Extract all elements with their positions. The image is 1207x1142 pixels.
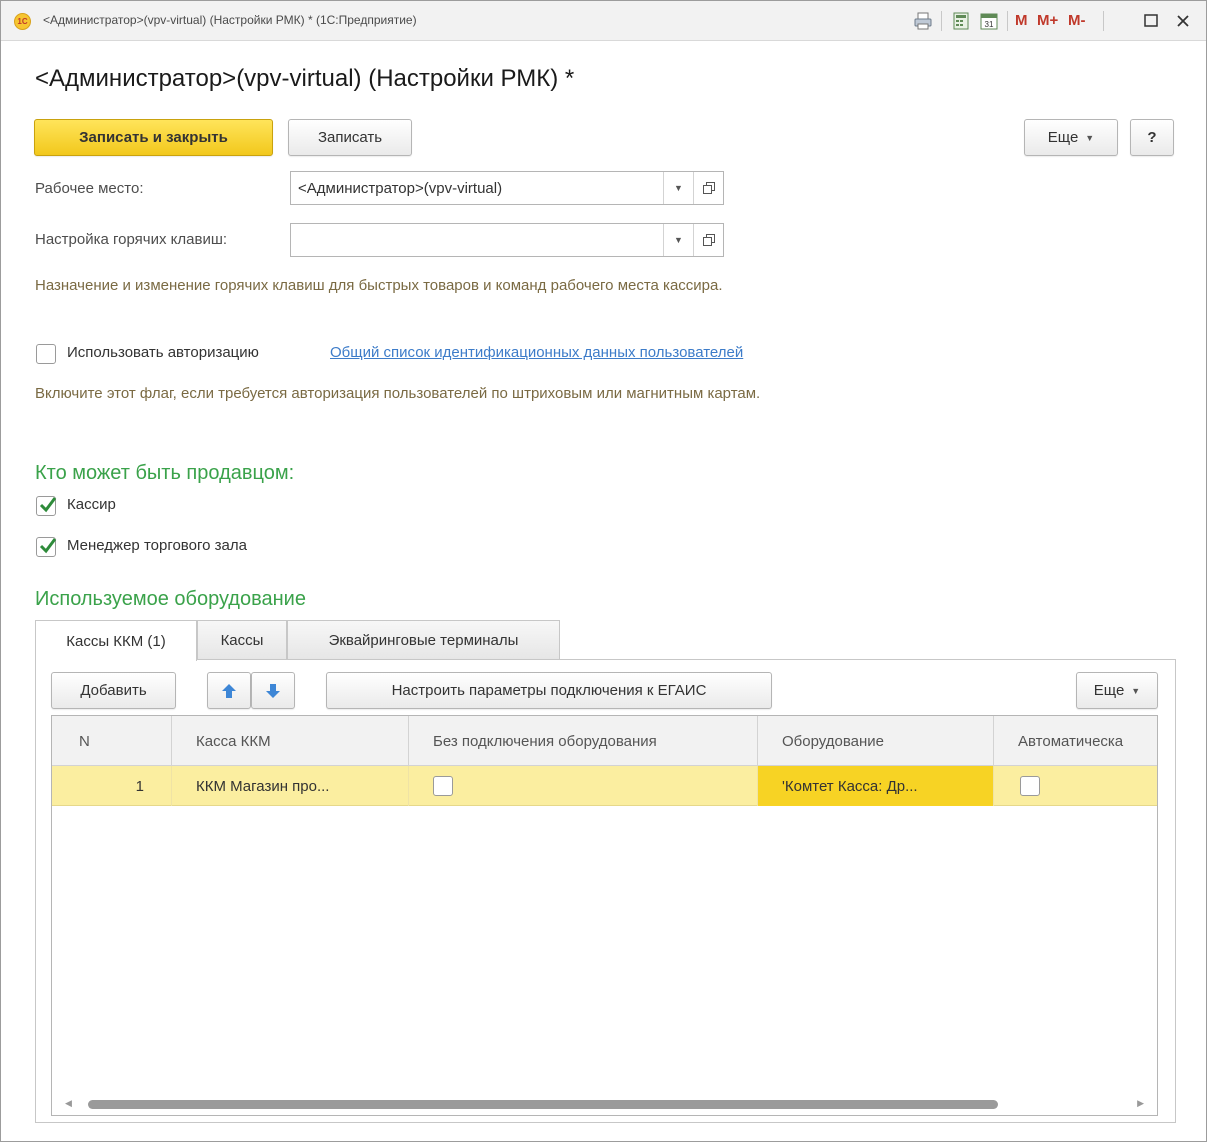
arrow-up-icon — [222, 683, 236, 698]
auto-checkbox[interactable] — [1020, 776, 1040, 796]
memory-m-minus-button[interactable]: M- — [1068, 12, 1086, 29]
close-icon[interactable] — [1173, 11, 1193, 31]
floor-manager-label: Менеджер торгового зала — [67, 537, 247, 554]
cashier-checkbox[interactable] — [36, 496, 57, 516]
tab-kkm-registers[interactable]: Кассы ККМ (1) — [35, 620, 197, 661]
use-authorization-label: Использовать авторизацию — [67, 344, 259, 361]
move-up-button[interactable] — [207, 672, 251, 709]
cell-n: 1 — [52, 766, 172, 806]
print-icon[interactable] — [913, 11, 933, 31]
column-header-kkm[interactable]: Касса ККМ — [172, 716, 409, 766]
memory-m-button[interactable]: M — [1015, 12, 1028, 29]
save-and-close-button[interactable]: Записать и закрыть — [34, 119, 273, 156]
tab-label: Кассы — [220, 632, 264, 649]
chevron-down-icon: ▼ — [1085, 132, 1095, 143]
table-more-button[interactable]: Еще ▼ — [1076, 672, 1158, 709]
more-label: Еще — [1047, 129, 1079, 146]
save-button[interactable]: Записать — [288, 119, 412, 156]
cell-auto[interactable] — [994, 766, 1157, 806]
maximize-icon[interactable] — [1141, 11, 1161, 31]
scroll-left-icon[interactable]: ◀ — [65, 1098, 72, 1109]
memory-m-plus-button[interactable]: M+ — [1037, 12, 1058, 29]
equipment-section-title: Используемое оборудование — [35, 588, 306, 610]
cell-kkm[interactable]: ККМ Магазин про... — [172, 766, 409, 806]
use-authorization-checkbox[interactable] — [36, 344, 56, 364]
tab-label: Эквайринговые терминалы — [328, 632, 519, 649]
app-logo-icon: 1С — [14, 13, 31, 30]
page-title: <Администратор>(vpv-virtual) (Настройки … — [35, 65, 575, 92]
cell-no-equipment[interactable] — [409, 766, 758, 806]
open-form-icon[interactable] — [693, 172, 723, 204]
title-bar: 1С <Администратор>(vpv-virtual) (Настрой… — [1, 1, 1206, 41]
egais-settings-label: Настроить параметры подключения к ЕГАИС — [391, 682, 707, 699]
more-actions-button[interactable]: Еще ▼ — [1024, 119, 1118, 156]
open-form-icon[interactable] — [693, 224, 723, 256]
column-header-no-equipment[interactable]: Без подключения оборудования — [409, 716, 758, 766]
workplace-field[interactable]: <Администратор>(vpv-virtual) ▼ — [290, 171, 724, 205]
help-button[interactable]: ? — [1130, 119, 1174, 156]
scroll-right-icon[interactable]: ▶ — [1137, 1098, 1144, 1109]
sellers-section-title: Кто может быть продавцом: — [35, 462, 295, 484]
table-row[interactable]: 1 ККМ Магазин про... 'Комтет Касса: Др..… — [52, 766, 1157, 806]
floor-manager-checkbox[interactable] — [36, 537, 57, 557]
toolbar-separator — [941, 11, 942, 31]
chevron-down-icon[interactable]: ▼ — [663, 224, 693, 256]
scrollbar-thumb[interactable] — [88, 1100, 998, 1109]
toolbar-separator — [1103, 11, 1104, 31]
kkm-table[interactable]: N Касса ККМ Без подключения оборудования… — [51, 715, 1158, 1116]
column-header-equipment[interactable]: Оборудование — [758, 716, 994, 766]
user-identification-list-link[interactable]: Общий список идентификационных данных по… — [330, 344, 743, 361]
column-header-n[interactable]: N — [52, 716, 172, 766]
horizontal-scrollbar[interactable]: ◀ ▶ — [52, 1093, 1157, 1115]
save-label: Записать — [317, 129, 383, 146]
no-equipment-checkbox[interactable] — [433, 776, 453, 796]
window-title: <Администратор>(vpv-virtual) (Настройки … — [43, 13, 417, 27]
help-label: ? — [1147, 129, 1157, 146]
app-window: 1С <Администратор>(vpv-virtual) (Настрой… — [0, 0, 1207, 1142]
hotkeys-hint: Назначение и изменение горячих клавиш дл… — [35, 277, 723, 294]
arrow-down-icon — [266, 683, 280, 698]
add-button[interactable]: Добавить — [51, 672, 176, 709]
workplace-value: <Администратор>(vpv-virtual) — [298, 179, 503, 197]
save-and-close-label: Записать и закрыть — [79, 129, 228, 146]
toolbar-separator — [1007, 11, 1008, 31]
svg-text:31: 31 — [985, 20, 994, 29]
more-label: Еще — [1093, 682, 1125, 699]
hotkeys-field[interactable]: ▼ — [290, 223, 724, 257]
move-down-button[interactable] — [251, 672, 295, 709]
egais-settings-button[interactable]: Настроить параметры подключения к ЕГАИС — [326, 672, 772, 709]
chevron-down-icon: ▼ — [1131, 685, 1141, 696]
tab-registers[interactable]: Кассы — [197, 620, 287, 660]
checkmark-icon — [39, 538, 57, 554]
calendar-icon[interactable]: 31 — [979, 11, 999, 31]
tab-acquiring-terminals[interactable]: Эквайринговые терминалы — [287, 620, 560, 660]
tab-label: Кассы ККМ (1) — [66, 632, 166, 650]
calculator-icon[interactable] — [951, 11, 971, 31]
add-label: Добавить — [80, 682, 147, 699]
chevron-down-icon[interactable]: ▼ — [663, 172, 693, 204]
column-header-auto[interactable]: Автоматическа — [994, 716, 1157, 766]
checkmark-icon — [39, 497, 57, 513]
cell-equipment[interactable]: 'Комтет Касса: Др... — [758, 766, 994, 806]
hotkeys-label: Настройка горячих клавиш: — [35, 231, 228, 248]
authorization-hint: Включите этот флаг, если требуется автор… — [35, 385, 761, 402]
workplace-label: Рабочее место: — [35, 180, 144, 197]
table-header: N Касса ККМ Без подключения оборудования… — [52, 716, 1157, 766]
cashier-label: Кассир — [67, 496, 116, 513]
